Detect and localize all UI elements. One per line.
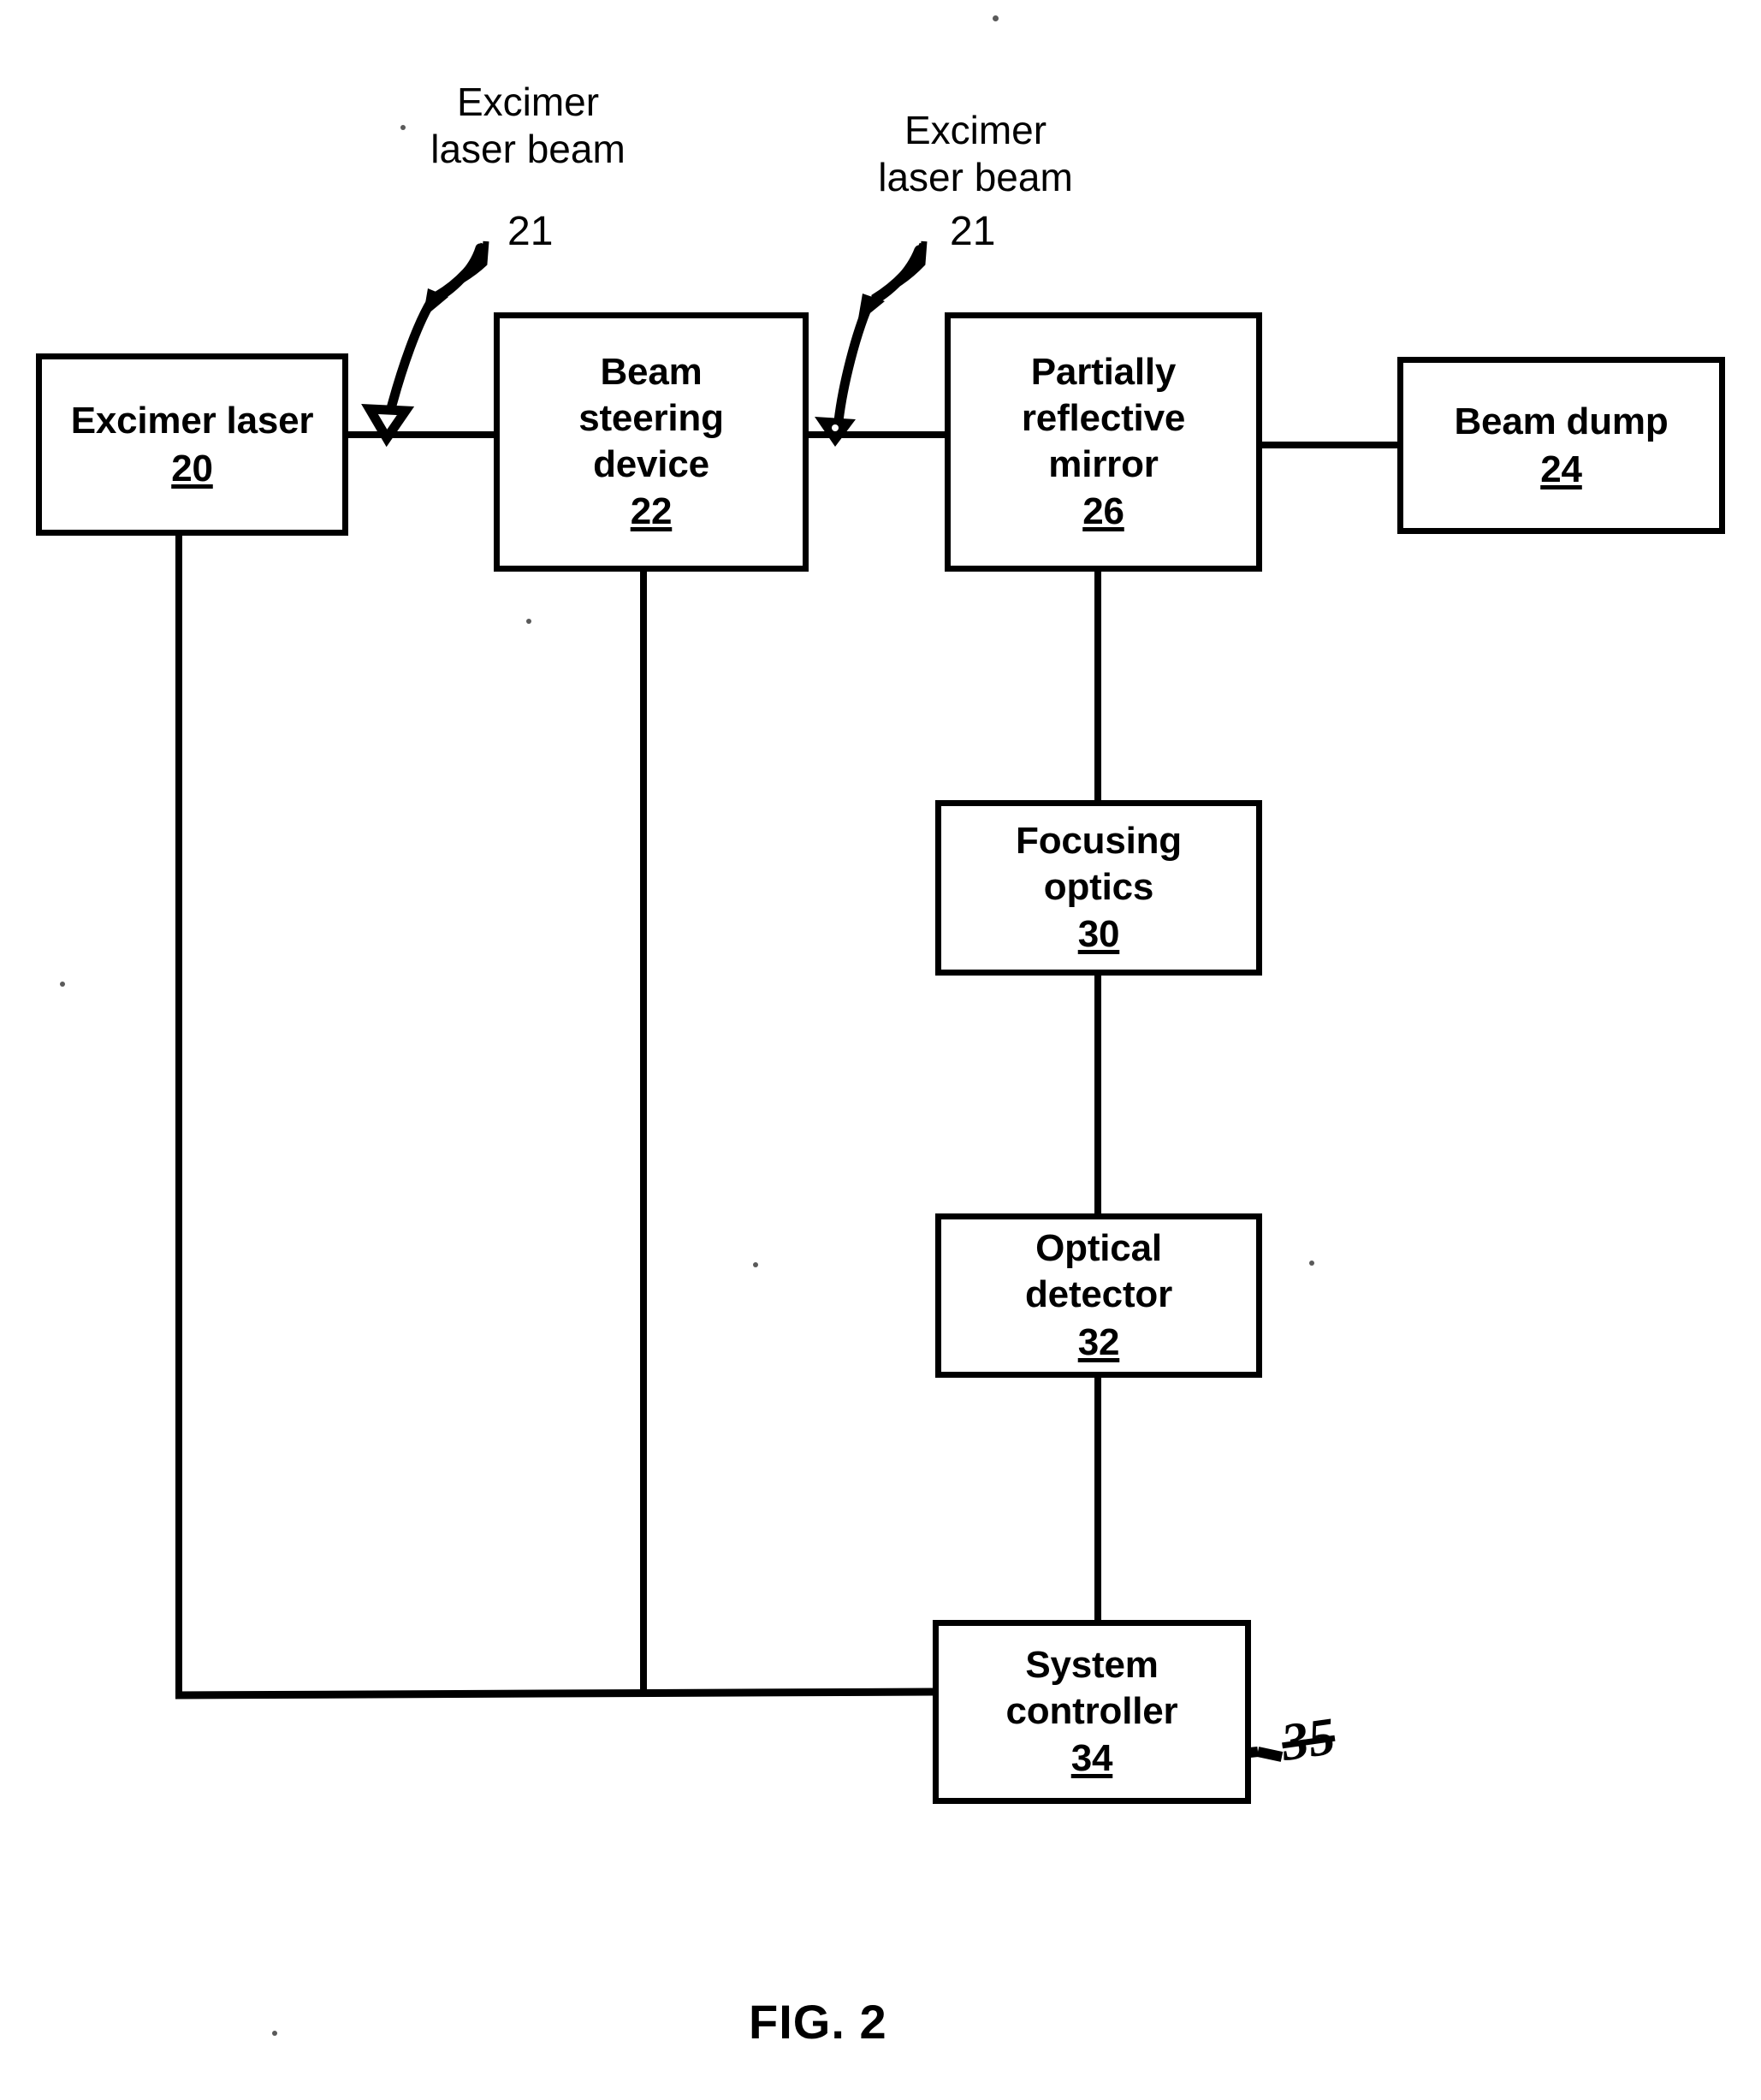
block-label: Partially reflective mirror <box>1021 351 1186 485</box>
block-label: System controller <box>1005 1643 1178 1732</box>
block-focusing-optics[interactable]: Focusing optics 30 <box>935 800 1262 976</box>
control-bus-line <box>175 1688 934 1700</box>
block-ref: 22 <box>630 490 673 533</box>
callout-ref-left: 21 <box>507 209 554 254</box>
block-ref: 34 <box>1070 1737 1113 1780</box>
callout-excimer-laser-beam-right: Excimer laser beam <box>878 108 1073 200</box>
block-beam-dump[interactable]: Beam dump 24 <box>1397 357 1725 534</box>
block-label: Focusing optics <box>1016 819 1182 908</box>
diagram-connectors <box>175 240 1397 1793</box>
block-excimer-laser[interactable]: Excimer laser 20 <box>36 353 348 536</box>
scan-speck <box>60 982 65 987</box>
block-beam-steering-device[interactable]: Beam steering device 22 <box>494 312 809 572</box>
block-ref: 24 <box>1540 448 1582 490</box>
block-label: Beam steering device <box>578 351 724 485</box>
block-label: Excimer laser <box>70 399 314 442</box>
scan-speck <box>400 125 406 130</box>
scan-speck <box>1309 1261 1314 1266</box>
block-ref: 20 <box>171 447 213 489</box>
scan-speck <box>753 1262 758 1267</box>
callout-arrow-left-icon <box>361 240 489 448</box>
block-partially-reflective-mirror[interactable]: Partially reflective mirror 26 <box>945 312 1262 572</box>
scan-speck <box>272 2031 277 2036</box>
figure-caption: FIG. 2 <box>749 1995 887 2049</box>
block-optical-detector[interactable]: Optical detector 32 <box>935 1213 1262 1378</box>
callout-excimer-laser-beam-left: Excimer laser beam <box>430 80 626 172</box>
figure-page: Excimer laser 20 Beam steering device 22… <box>0 0 1761 2100</box>
scan-speck <box>526 619 531 624</box>
block-label: Beam dump <box>1454 400 1669 442</box>
scan-speck <box>993 15 999 21</box>
block-label: Optical detector <box>1025 1227 1172 1316</box>
block-ref: 30 <box>1077 913 1120 956</box>
block-system-controller[interactable]: System controller 34 <box>933 1620 1251 1804</box>
annotation-ref-35: 35 <box>1278 1707 1339 1772</box>
callout-arrow-right-icon <box>815 240 928 447</box>
callout-ref-right: 21 <box>950 209 996 254</box>
block-ref: 26 <box>1082 490 1124 533</box>
block-ref: 32 <box>1077 1320 1120 1363</box>
